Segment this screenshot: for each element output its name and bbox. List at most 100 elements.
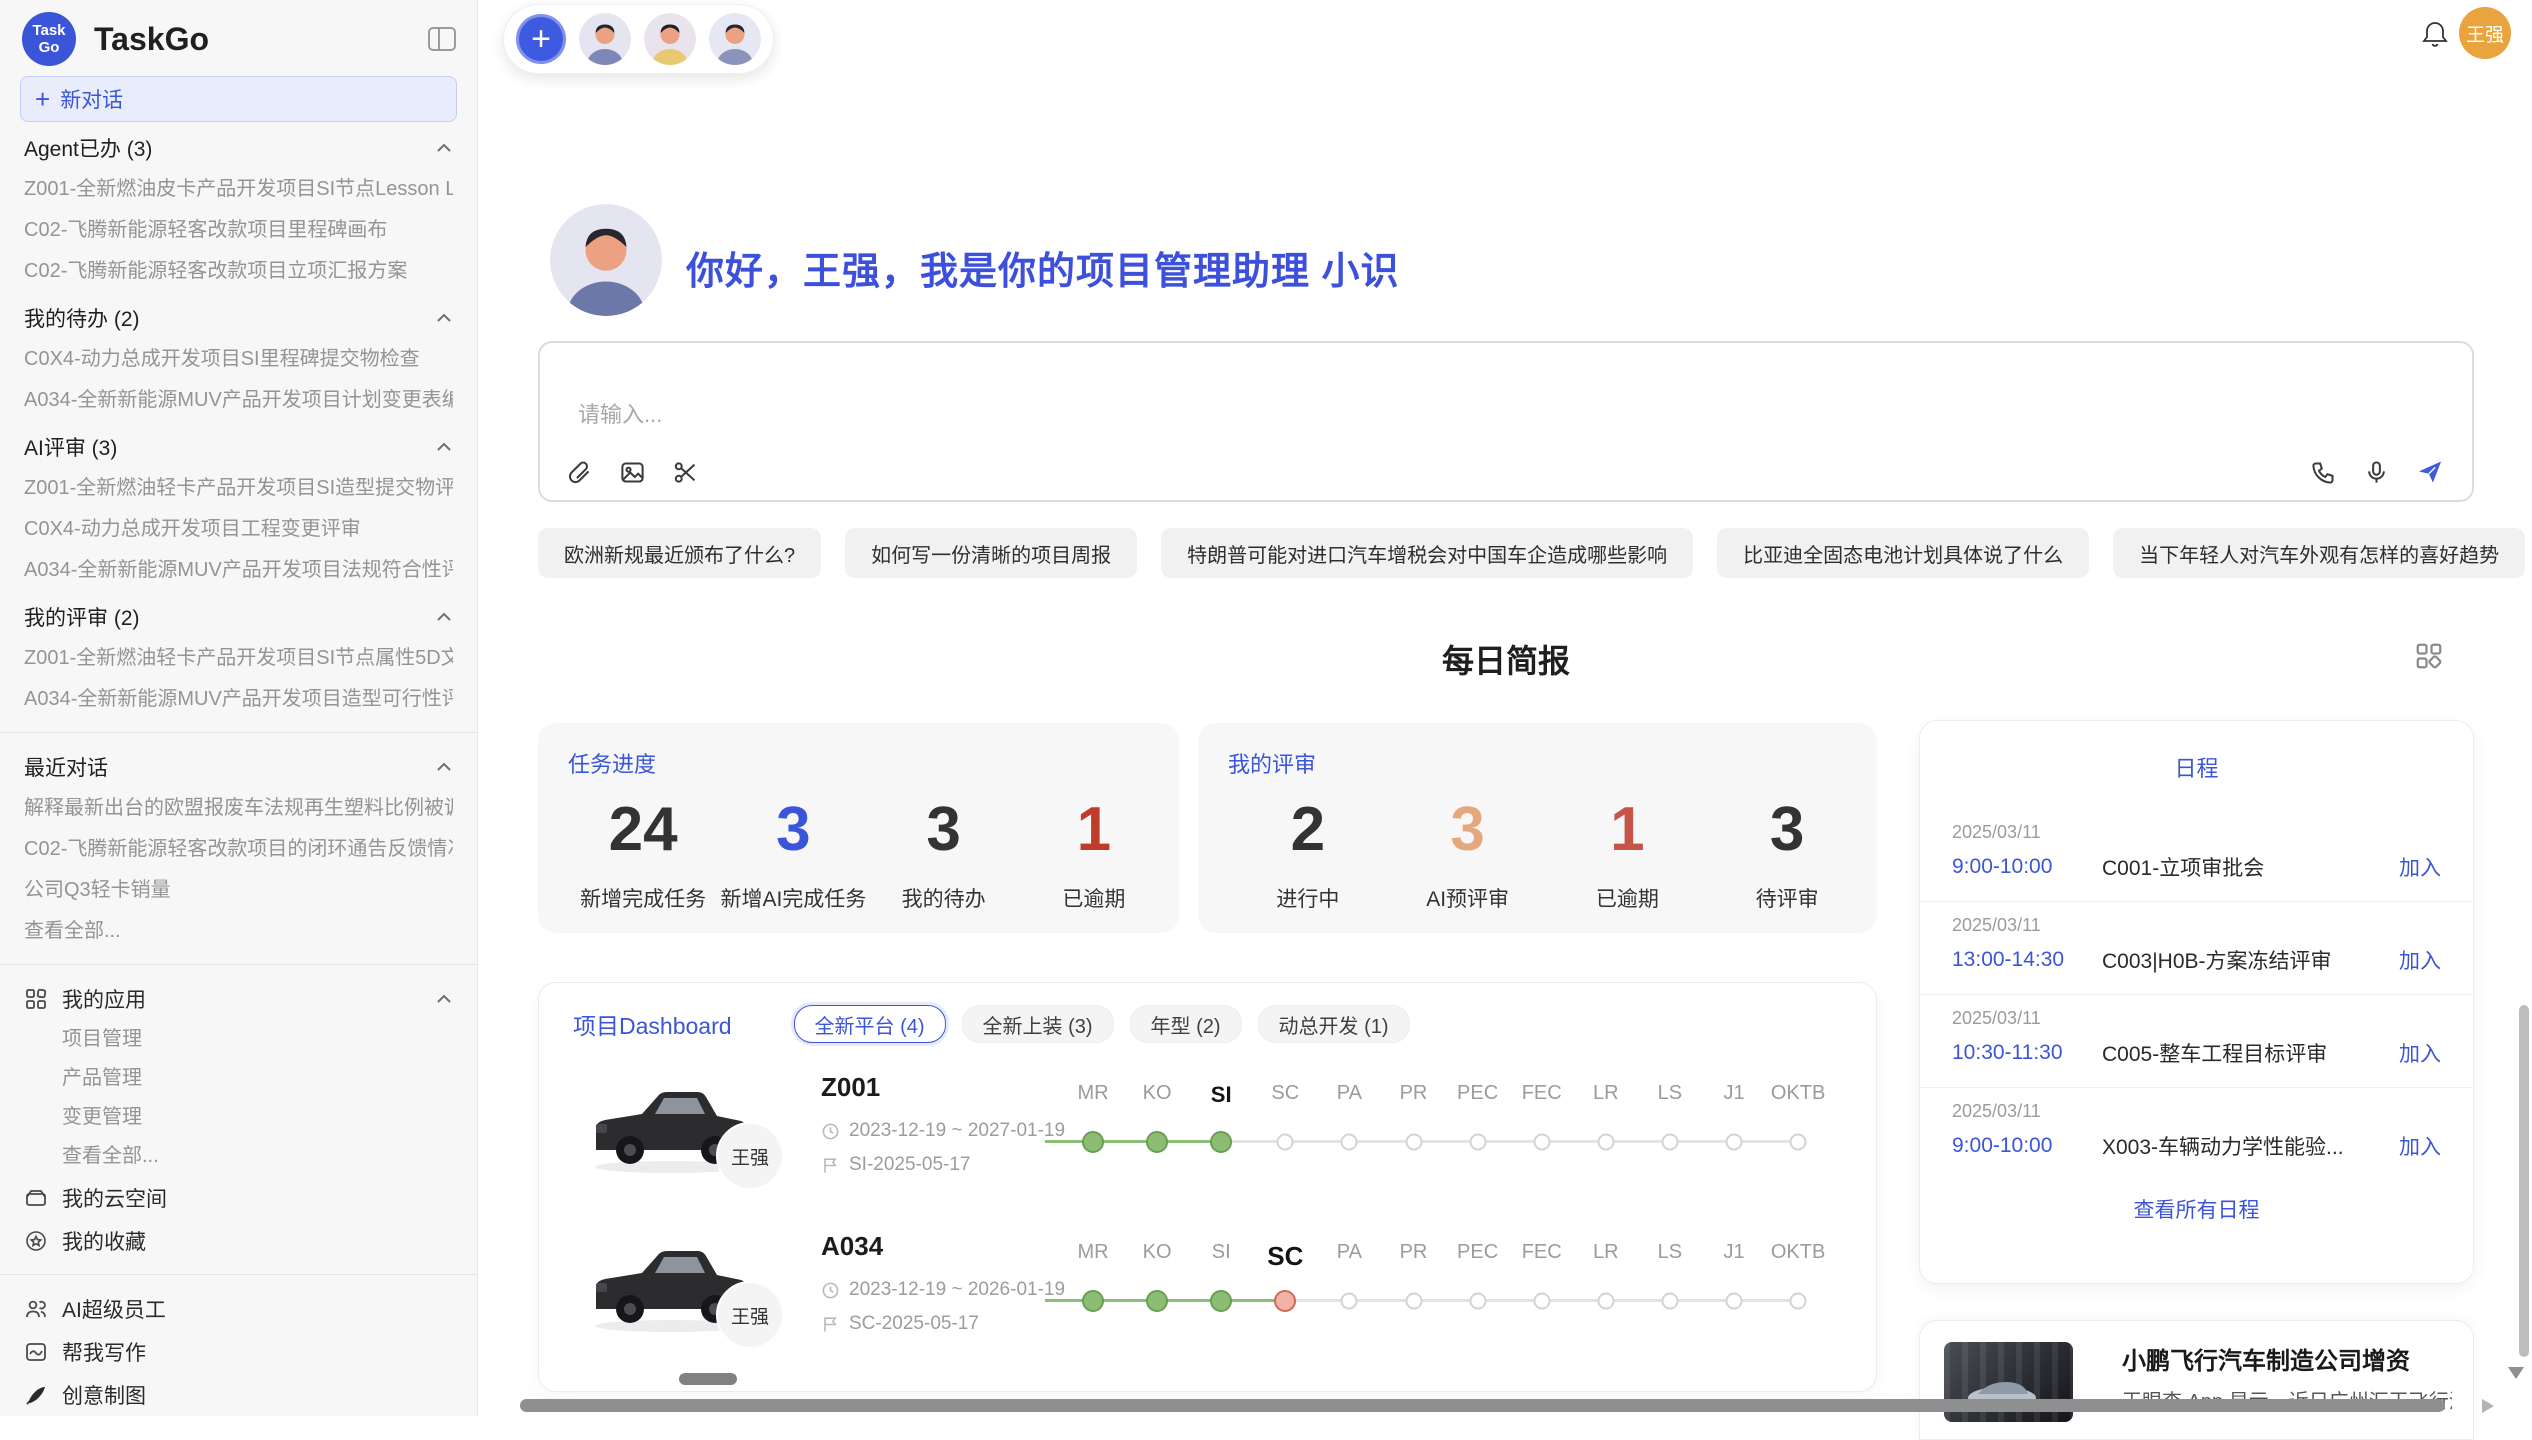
layout-grid-icon[interactable]: [2414, 641, 2444, 671]
project-code: Z001: [821, 1072, 880, 1103]
timeline-segment: [1414, 1140, 1478, 1143]
agent-avatar[interactable]: [644, 13, 696, 65]
app-link-project[interactable]: 项目管理: [24, 1020, 453, 1059]
chat-input[interactable]: [576, 401, 2080, 429]
milestone-dot: [1341, 1134, 1358, 1151]
milestone-dot: [1146, 1290, 1168, 1312]
project-dashboard-card: 项目Dashboard 全新平台 (4) 全新上装 (3) 年型 (2) 动总开…: [538, 982, 1877, 1392]
sidebar-item-creative-draw[interactable]: 创意制图: [24, 1373, 453, 1416]
app-link-product[interactable]: 产品管理: [24, 1059, 453, 1098]
suggestion-chip[interactable]: 如何写一份清晰的项目周报: [845, 528, 1137, 578]
agent-avatar[interactable]: [579, 13, 631, 65]
sidebar-task-item[interactable]: A034-全新新能源MUV产品开发项目法规符合性评审: [24, 550, 453, 591]
schedule-time: 9:00-10:00: [1952, 1134, 2102, 1158]
milestone-dot: [1082, 1290, 1104, 1312]
sidebar-item-help-write[interactable]: 帮我写作: [24, 1330, 453, 1373]
send-icon[interactable]: [2416, 458, 2444, 486]
news-title: 小鹏飞行汽车制造公司增资: [2122, 1341, 2410, 1376]
sidebar-collapse-icon[interactable]: [427, 26, 457, 52]
add-agent-button[interactable]: +: [516, 14, 566, 64]
milestone-dot: [1790, 1293, 1807, 1310]
project-row[interactable]: 王强 Z001 2023-12-19 ~ 2027-01-19 SI-2025-…: [539, 1064, 1876, 1223]
attachment-icon[interactable]: [566, 459, 593, 486]
suggestion-chip[interactable]: 欧洲新规最近颁布了什么?: [538, 528, 821, 578]
sidebar-task-item[interactable]: Z001-全新燃油皮卡产品开发项目SI节点Lesson Learn报告: [24, 169, 453, 210]
milestone-dot: [1597, 1293, 1614, 1310]
join-link[interactable]: 加入: [2399, 1131, 2441, 1161]
sidebar-task-item[interactable]: C0X4-动力总成开发项目SI里程碑提交物检查: [24, 339, 453, 380]
tab-year-model[interactable]: 年型 (2): [1130, 1005, 1242, 1043]
timeline-segment: [1670, 1140, 1734, 1143]
apps-grid-icon: [24, 987, 48, 1011]
notifications-bell-icon[interactable]: [2421, 19, 2449, 49]
sidebar-task-item[interactable]: C02-飞腾新能源轻客改款项目里程碑画布: [24, 210, 453, 251]
schedule-name: C003|H0B-方案冻结评审: [2102, 945, 2399, 975]
tab-all-new-platform[interactable]: 全新平台 (4): [794, 1005, 946, 1043]
schedule-item[interactable]: 2025/03/11 9:00-10:00 C001-立项审批会 加入: [1920, 809, 2473, 902]
sidebar-task-item[interactable]: Z001-全新燃油轻卡产品开发项目SI节点属性5D文件评审: [24, 638, 453, 679]
stat-label: 已逾期: [1548, 883, 1708, 913]
agent-avatar[interactable]: [709, 13, 761, 65]
horizontal-scrollbar[interactable]: [520, 1399, 2445, 1412]
project-row[interactable]: 王强 A034 2023-12-19 ~ 2026-01-19 SC-2025-…: [539, 1223, 1876, 1382]
news-card[interactable]: 小鹏飞行汽车制造公司增资 天眼查 App 显示，近日广州汇天飞行汽: [1919, 1320, 2474, 1440]
join-link[interactable]: 加入: [2399, 852, 2441, 882]
divider: [0, 732, 477, 733]
section-header-my-todo[interactable]: 我的待办 (2): [24, 296, 453, 339]
suggestion-chip[interactable]: 比亚迪全固态电池计划具体说了什么: [1717, 528, 2089, 578]
vertical-scrollbar[interactable]: [2519, 1005, 2529, 1357]
schedule-item[interactable]: 2025/03/11 10:30-11:30 C005-整车工程目标评审 加入: [1920, 995, 2473, 1088]
recent-chat-item[interactable]: C02-飞腾新能源轻客改款项目的闭环通告反馈情况: [24, 829, 453, 870]
recent-chat-item[interactable]: 公司Q3轻卡销量: [24, 870, 453, 911]
milestone-dot: [1146, 1131, 1168, 1153]
join-link[interactable]: 加入: [2399, 1038, 2441, 1068]
milestone-dot: [1341, 1293, 1358, 1310]
next-project-car-partial: [679, 1373, 737, 1385]
sidebar-item-ai-employee[interactable]: AI超级员工: [24, 1287, 453, 1330]
view-all-schedule-link[interactable]: 查看所有日程: [1920, 1194, 2473, 1224]
schedule-item[interactable]: 2025/03/11 9:00-10:00 X003-车辆动力学性能验... 加…: [1920, 1088, 2473, 1180]
schedule-item[interactable]: 2025/03/11 13:00-14:30 C003|H0B-方案冻结评审 加…: [1920, 902, 2473, 995]
sidebar-task-item[interactable]: C0X4-动力总成开发项目工程变更评审: [24, 509, 453, 550]
section-header-my-review[interactable]: 我的评审 (2): [24, 595, 453, 638]
card-title: 任务进度: [568, 747, 1169, 779]
sidebar-task-item[interactable]: A034-全新新能源MUV产品开发项目造型可行性评审: [24, 679, 453, 720]
suggestion-chip[interactable]: 特朗普可能对进口汽车增税会对中国车企造成哪些影响: [1161, 528, 1693, 578]
cloud-space-label: 我的云空间: [62, 1183, 167, 1213]
sidebar-task-item[interactable]: Z001-全新燃油轻卡产品开发项目SI造型提交物评审: [24, 468, 453, 509]
sidebar-task-item[interactable]: C02-飞腾新能源轻客改款项目立项汇报方案: [24, 251, 453, 292]
suggestion-chip[interactable]: 当下年轻人对汽车外观有怎样的喜好趋势: [2113, 528, 2525, 578]
plus-icon: +: [35, 86, 50, 112]
sidebar-item-cloud-space[interactable]: 我的云空间: [24, 1176, 453, 1219]
section-header-recent[interactable]: 最近对话: [24, 745, 453, 788]
divider: [0, 964, 477, 965]
phone-icon[interactable]: [2310, 459, 2337, 486]
recent-view-all[interactable]: 查看全部...: [24, 911, 453, 952]
section-title: Agent已办 (3): [24, 133, 152, 163]
scroll-right-arrow[interactable]: [2482, 1399, 2494, 1413]
section-header-agent-done[interactable]: Agent已办 (3): [24, 126, 453, 169]
mic-icon[interactable]: [2363, 459, 2390, 486]
user-avatar[interactable]: 王强: [2459, 7, 2511, 59]
daily-briefing-title: 每日简报: [538, 636, 2474, 682]
quill-icon: [24, 1383, 48, 1407]
timeline-segment: [1734, 1140, 1798, 1143]
tab-new-body[interactable]: 全新上装 (3): [962, 1005, 1114, 1043]
sidebar-item-my-apps[interactable]: 我的应用: [24, 977, 453, 1020]
schedule-name: C005-整车工程目标评审: [2102, 1038, 2399, 1068]
scroll-down-arrow[interactable]: [2508, 1367, 2524, 1379]
milestone-dot: [1533, 1293, 1550, 1310]
section-header-ai-review[interactable]: AI评审 (3): [24, 425, 453, 468]
recent-chat-item[interactable]: 解释最新出台的欧盟报废车法规再生塑料比例被调至15%...: [24, 788, 453, 829]
new-chat-button[interactable]: + 新对话: [20, 76, 457, 122]
sidebar-task-item[interactable]: A034-全新新能源MUV产品开发项目计划变更表编写: [24, 380, 453, 421]
sidebar-item-favorites[interactable]: 我的收藏: [24, 1219, 453, 1262]
project-dates: 2023-12-19 ~ 2027-01-19: [849, 1120, 1065, 1142]
image-icon[interactable]: [619, 459, 646, 486]
milestone-dot: [1405, 1293, 1422, 1310]
app-link-change[interactable]: 变更管理: [24, 1098, 453, 1137]
scissors-icon[interactable]: [672, 459, 699, 486]
tab-powertrain[interactable]: 动总开发 (1): [1258, 1005, 1410, 1043]
join-link[interactable]: 加入: [2399, 945, 2441, 975]
app-view-all[interactable]: 查看全部...: [24, 1137, 453, 1176]
